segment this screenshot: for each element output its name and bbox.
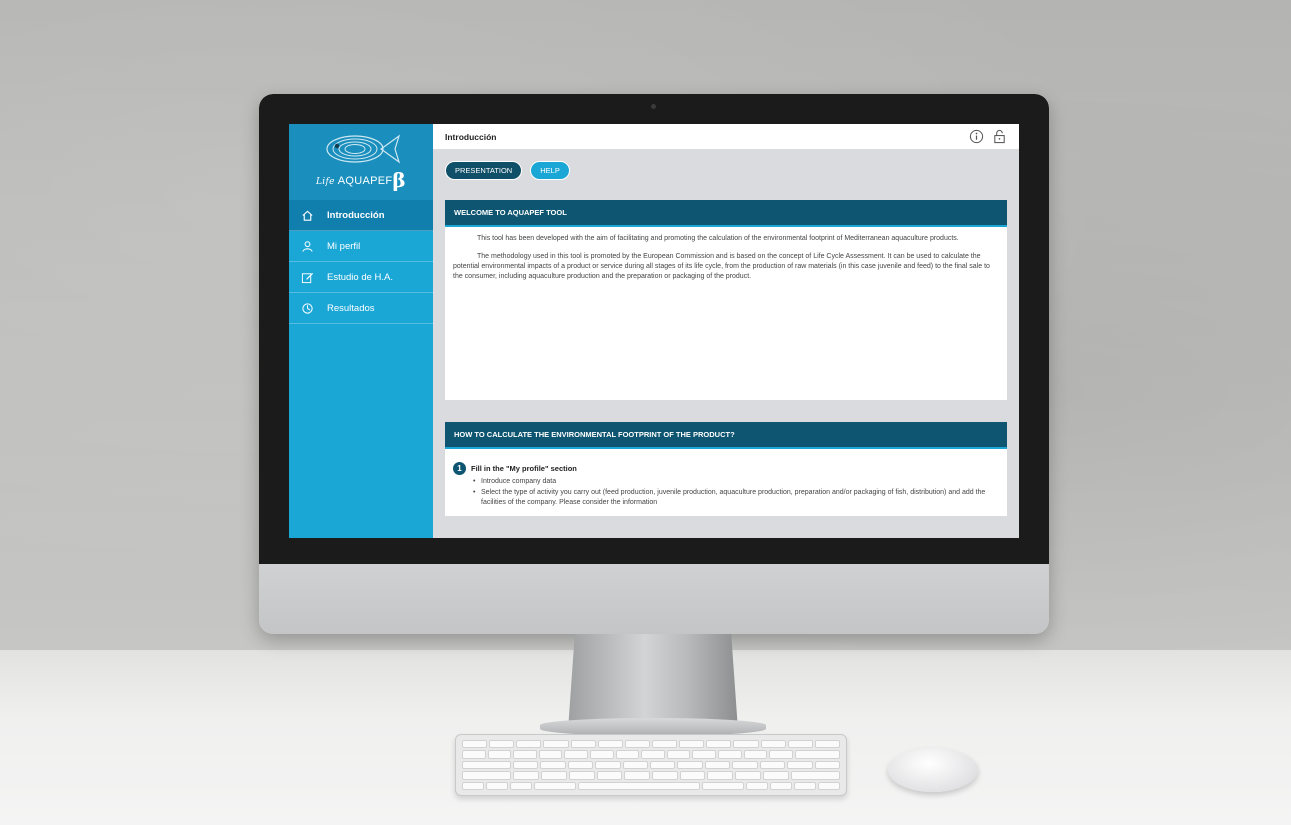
monitor-chin — [259, 564, 1049, 634]
welcome-card-body: This tool has been developed with the ai… — [445, 227, 1007, 400]
results-icon — [301, 302, 314, 315]
keyboard — [455, 734, 847, 796]
sidebar-item-label: Resultados — [327, 302, 375, 314]
user-icon — [301, 240, 314, 253]
fish-logo-icon — [319, 132, 403, 166]
step-bullets: Introduce company data Select the type o… — [471, 477, 999, 508]
sidebar-item-introduccion[interactable]: Introducción — [289, 200, 433, 231]
sidebar: Life AQUAPEFβ Introducción Mi perfil Estu… — [289, 124, 433, 538]
logo-text: Life AQUAPEFβ — [316, 168, 406, 192]
help-button[interactable]: HELP — [530, 161, 570, 180]
header-actions — [969, 129, 1007, 144]
sidebar-item-resultados[interactable]: Resultados — [289, 293, 433, 324]
howto-card-title: HOW TO CALCULATE THE ENVIRONMENTAL FOOTP… — [445, 422, 1007, 449]
app-screen: Life AQUAPEFβ Introducción Mi perfil Estu… — [289, 124, 1019, 538]
section-buttons: PRESENTATION HELP — [445, 161, 1007, 180]
sidebar-item-estudio[interactable]: Estudio de H.A. — [289, 262, 433, 293]
welcome-card: WELCOME TO AQUAPEF TOOL This tool has be… — [445, 200, 1007, 400]
app-logo: Life AQUAPEFβ — [289, 124, 433, 200]
sidebar-item-label: Mi perfil — [327, 240, 361, 252]
presentation-button[interactable]: PRESENTATION — [445, 161, 523, 180]
top-bar: Introducción — [433, 124, 1019, 149]
content-area: PRESENTATION HELP WELCOME TO AQUAPEF TOO… — [433, 149, 1019, 538]
home-icon — [301, 209, 314, 222]
edit-icon — [301, 271, 314, 284]
step-number-badge: 1 — [453, 462, 466, 475]
howto-card-body: 1 Fill in the "My profile" section Intro… — [445, 449, 1007, 516]
list-item: Select the type of activity you carry ou… — [471, 488, 999, 508]
main-area: Introducción PRESENTATION HELP WELCOME T… — [433, 124, 1019, 538]
howto-card: HOW TO CALCULATE THE ENVIRONMENTAL FOOTP… — [445, 422, 1007, 516]
welcome-card-title: WELCOME TO AQUAPEF TOOL — [445, 200, 1007, 227]
sidebar-item-label: Estudio de H.A. — [327, 271, 394, 283]
page-title: Introducción — [445, 131, 497, 142]
sidebar-item-mi-perfil[interactable]: Mi perfil — [289, 231, 433, 262]
monitor-stand — [568, 634, 738, 730]
step-1: 1 Fill in the "My profile" section Intro… — [453, 462, 999, 509]
step-title: Fill in the "My profile" section — [471, 464, 577, 473]
camera-icon — [651, 104, 656, 109]
sidebar-item-label: Introducción — [327, 209, 385, 221]
welcome-paragraph-2: The methodology used in this tool is pro… — [453, 253, 990, 280]
welcome-paragraph-1: This tool has been developed with the ai… — [477, 235, 959, 242]
lock-icon[interactable] — [992, 129, 1007, 144]
list-item: Introduce company data — [471, 477, 999, 487]
info-icon[interactable] — [969, 129, 984, 144]
mouse — [888, 748, 978, 792]
